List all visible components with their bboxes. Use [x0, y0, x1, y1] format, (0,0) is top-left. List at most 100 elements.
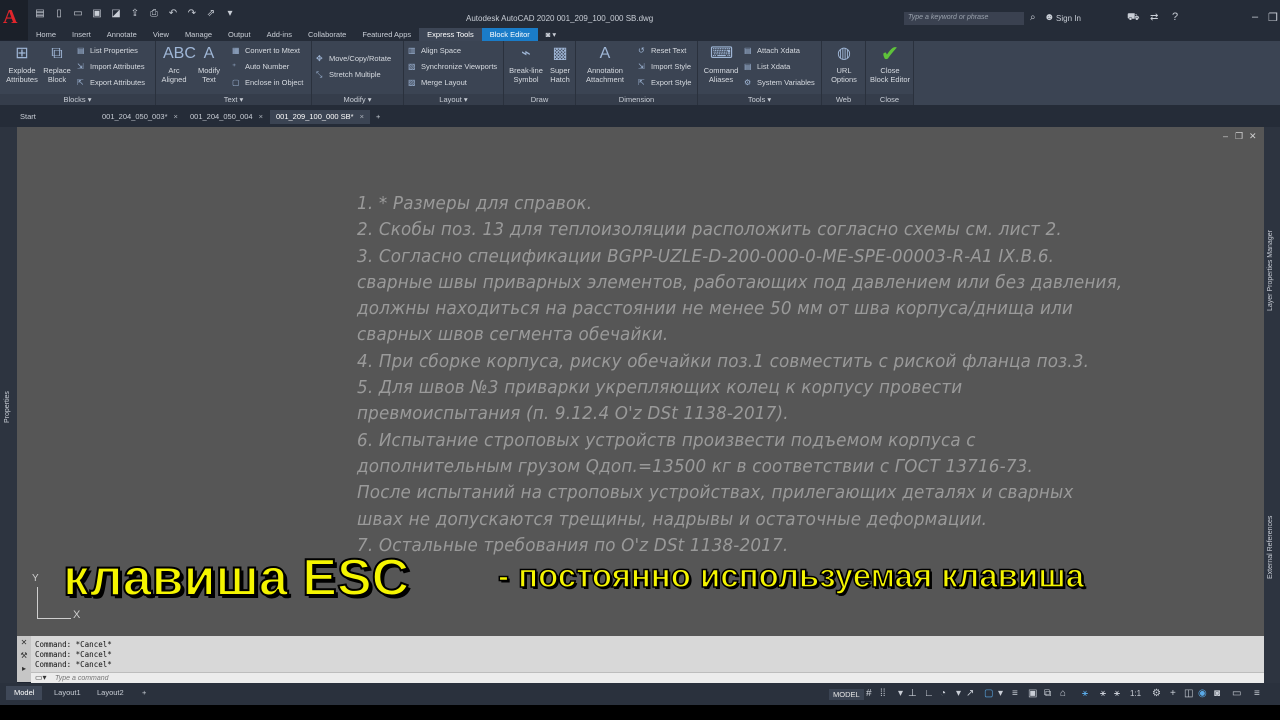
- list-xdata-button[interactable]: ▤ List Xdata: [744, 62, 790, 71]
- properties-palette-strip[interactable]: Properties: [0, 127, 17, 683]
- explode-attributes-button[interactable]: ⊞ Explode Attributes: [4, 44, 40, 84]
- restore-icon[interactable]: ❐: [1268, 11, 1278, 24]
- annotation-monitor-icon[interactable]: +: [1170, 688, 1176, 699]
- layer-properties-label[interactable]: Layer Properties Manager: [1267, 230, 1274, 311]
- panel-title-layout[interactable]: Layout ▾: [404, 94, 503, 105]
- saveas-icon[interactable]: ◪: [110, 8, 122, 20]
- panel-title-modify[interactable]: Modify ▾: [312, 94, 403, 105]
- file-tab-start[interactable]: Start: [14, 110, 42, 124]
- tab-output[interactable]: Output: [220, 28, 259, 41]
- reset-text-button[interactable]: ↺ Reset Text: [638, 46, 686, 55]
- sign-in-link[interactable]: Sign In: [1056, 14, 1081, 23]
- help-icon[interactable]: ?: [1172, 11, 1178, 23]
- merge-layout-button[interactable]: ▨ Merge Layout: [408, 78, 467, 87]
- snap-icon[interactable]: ⁞⁞: [880, 688, 886, 699]
- align-space-button[interactable]: ▥ Align Space: [408, 46, 461, 55]
- external-references-label[interactable]: External References: [1267, 516, 1274, 579]
- customization-icon[interactable]: ≡: [1254, 688, 1260, 699]
- exchange-icon[interactable]: ⇄: [1150, 12, 1158, 23]
- isodraft-icon[interactable]: ↗: [966, 688, 974, 699]
- model-tab[interactable]: Model: [6, 686, 43, 700]
- upload-icon[interactable]: ⇪: [129, 8, 141, 20]
- properties-palette-label[interactable]: Properties: [4, 391, 11, 423]
- selection-cycling-icon[interactable]: ⧉: [1044, 688, 1051, 699]
- recent-commands-icon[interactable]: ▸: [17, 663, 31, 675]
- customize-icon[interactable]: ▾: [224, 8, 236, 20]
- add-layout-button[interactable]: +: [134, 686, 154, 700]
- new-icon[interactable]: ▯: [53, 8, 65, 20]
- arc-aligned-button[interactable]: ABC Arc Aligned: [158, 44, 195, 84]
- viewport-minimize-icon[interactable]: –: [1223, 131, 1228, 141]
- file-tab-001-204-050-003[interactable]: 001_204_050_003* ×: [96, 110, 184, 124]
- share-icon[interactable]: ⇗: [205, 8, 217, 20]
- grid-icon[interactable]: #: [866, 688, 872, 699]
- import-attributes-button[interactable]: ⇲ Import Attributes: [77, 62, 145, 71]
- panel-title-text[interactable]: Text ▾: [156, 94, 311, 105]
- 3d-osnap-icon[interactable]: ⌂: [1060, 688, 1066, 699]
- tab-view[interactable]: View: [145, 28, 177, 41]
- polar-dropdown-icon[interactable]: ▾: [956, 688, 961, 699]
- tab-block-editor[interactable]: Block Editor: [481, 28, 538, 41]
- model-space-toggle[interactable]: MODEL: [829, 689, 864, 700]
- export-style-button[interactable]: ⇱ Export Style: [638, 78, 691, 87]
- tab-insert[interactable]: Insert: [64, 28, 99, 41]
- command-aliases-button[interactable]: ⌨ Command Aliases: [700, 44, 742, 84]
- layout2-tab[interactable]: Layout2: [89, 686, 132, 700]
- close-tab-icon[interactable]: ×: [360, 112, 364, 121]
- osnap-dropdown-icon[interactable]: ▾: [998, 688, 1003, 699]
- tab-express-tools[interactable]: Express Tools: [419, 28, 482, 41]
- right-palette-strip[interactable]: Layer Properties Manager External Refere…: [1264, 127, 1280, 683]
- import-style-button[interactable]: ⇲ Import Style: [638, 62, 691, 71]
- tab-collaborate[interactable]: Collaborate: [300, 28, 354, 41]
- infer-constraints-icon[interactable]: ⊥: [908, 688, 917, 699]
- move-copy-rotate-button[interactable]: ✥ Move/Copy/Rotate: [316, 54, 391, 63]
- workspace-gear-icon[interactable]: ⚙: [1152, 688, 1161, 699]
- minimize-icon[interactable]: –: [1252, 11, 1258, 23]
- annotation-visibility-icon[interactable]: ⚹: [1082, 688, 1088, 699]
- close-block-editor-button[interactable]: ✔ Close Block Editor: [868, 43, 912, 85]
- stretch-multiple-button[interactable]: ⤡ Stretch Multiple: [316, 70, 381, 80]
- annotation-scale-icon[interactable]: ⚹: [1114, 688, 1120, 699]
- clean-screen-icon[interactable]: ▭: [1232, 688, 1241, 699]
- customize-command-icon[interactable]: ⚒: [17, 650, 31, 662]
- panel-title-tools[interactable]: Tools ▾: [698, 94, 821, 105]
- scale-value[interactable]: 1:1: [1130, 689, 1141, 698]
- ribbon-options-icon[interactable]: ◙ ▾: [538, 28, 564, 41]
- auto-number-button[interactable]: ⁺ Auto Number: [232, 62, 289, 71]
- url-options-button[interactable]: ◍ URL Options: [826, 44, 862, 84]
- export-attributes-button[interactable]: ⇱ Export Attributes: [77, 78, 145, 87]
- enclose-in-object-button[interactable]: ▢ Enclose in Object: [232, 78, 303, 87]
- super-hatch-button[interactable]: ▩ Super Hatch: [546, 44, 574, 84]
- cart-icon[interactable]: ⛟: [1127, 12, 1140, 25]
- close-tab-icon[interactable]: ×: [259, 112, 263, 121]
- command-prompt-icon[interactable]: ▭▾: [35, 673, 47, 682]
- print-icon[interactable]: ⎙: [148, 8, 160, 20]
- save-icon[interactable]: ▣: [91, 8, 103, 20]
- tab-featured-apps[interactable]: Featured Apps: [354, 28, 419, 41]
- snap-dropdown-icon[interactable]: ▾: [898, 688, 903, 699]
- synchronize-viewports-button[interactable]: ▧ Synchronize Viewports: [408, 62, 497, 71]
- user-icon[interactable]: ☻: [1044, 12, 1055, 23]
- graphics-performance-icon[interactable]: ◙: [1214, 688, 1220, 699]
- modify-text-button[interactable]: A Modify Text: [192, 44, 226, 84]
- panel-title-blocks[interactable]: Blocks ▾: [0, 94, 155, 105]
- viewport-close-icon[interactable]: ✕: [1249, 131, 1257, 142]
- tab-manage[interactable]: Manage: [177, 28, 220, 41]
- file-tab-001-204-050-004[interactable]: 001_204_050_004 ×: [184, 110, 269, 124]
- transparency-icon[interactable]: ▣: [1028, 688, 1037, 699]
- auto-scale-icon[interactable]: ⚹: [1100, 688, 1106, 699]
- lineweight-icon[interactable]: ≡: [1012, 688, 1018, 699]
- layout1-tab[interactable]: Layout1: [46, 686, 89, 700]
- convert-to-mtext-button[interactable]: ▦ Convert to Mtext: [232, 46, 300, 55]
- app-menu-button[interactable]: A: [0, 0, 28, 40]
- annotation-attachment-button[interactable]: A Annotation Attachment: [578, 44, 632, 84]
- close-command-icon[interactable]: ✕: [17, 637, 31, 649]
- system-variables-button[interactable]: ⚙ System Variables: [744, 78, 815, 87]
- units-icon[interactable]: ◫: [1184, 688, 1193, 699]
- search-icon[interactable]: ⌕: [1030, 12, 1036, 23]
- file-tab-001-209-100-000[interactable]: 001_209_100_000 SB* ×: [270, 110, 370, 124]
- break-line-symbol-button[interactable]: ⌁ Break-line Symbol: [506, 44, 546, 84]
- tab-add-ins[interactable]: Add-ins: [259, 28, 300, 41]
- replace-block-button[interactable]: ⧉ Replace Block: [40, 44, 74, 84]
- polar-icon[interactable]: ◔: [940, 688, 946, 699]
